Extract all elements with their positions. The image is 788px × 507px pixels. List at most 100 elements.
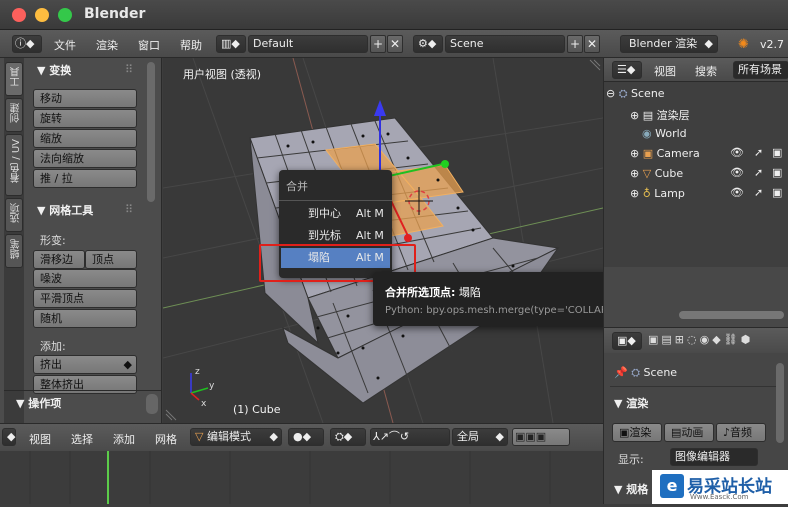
visibility-eye-icon[interactable]: 👁 [730,146,744,159]
scene-field[interactable]: Scene [445,35,565,53]
scene-icon: ⛭ [631,366,641,379]
deform-label: 形变: [40,234,66,247]
properties-scene-path: 📌 ⛭ Scene [614,366,678,379]
remove-scene-button[interactable]: ✕ [584,35,600,53]
outliner-row-cube[interactable]: ⊕ ▽ Cube [630,167,683,180]
smooth-vertex-button[interactable]: 平滑顶点 [33,289,137,308]
properties-scrollbar[interactable] [776,363,784,443]
close-window-button[interactable] [12,8,26,22]
tab-options[interactable]: 选项 [5,198,23,232]
move-button[interactable]: 移动 [33,89,137,108]
editor-type-menu[interactable]: ◆ [2,428,16,446]
svg-text:x: x [201,399,207,409]
outliner-scrollbar[interactable] [679,311,784,319]
outliner-tree: ⊖ ⛭ Scene ⊕ ▤ 渲染层 ◉ World ⊕ ▣ Camera ⊕ ▽… [604,82,788,319]
select-arrow-icon[interactable]: ➚ [754,146,763,159]
outliner-menu-search[interactable]: 搜索 [695,63,717,79]
scene-icon: ⛭ [618,87,628,100]
audio-button[interactable]: ♪音频 [716,423,766,442]
tab-tools[interactable]: 工具 [5,62,23,96]
close-icon: ✕ [389,37,401,51]
operator-scrollbar[interactable] [146,394,158,414]
outliner-menu-view[interactable]: 视图 [654,63,676,79]
render-engine-select[interactable]: Blender 渲染 ◆ [620,35,718,53]
outliner-filter-select[interactable]: 所有场景 [733,61,788,79]
menu-help[interactable]: 帮助 [180,37,202,53]
extrude-button[interactable]: 挤出 ◆ [33,355,137,374]
world-icon: ◉ [642,127,652,140]
properties-type-menu[interactable]: ▣◆ [612,332,642,350]
timeline[interactable] [0,451,603,504]
menu-mesh[interactable]: 网格 [155,431,177,447]
dimensions-panel-header[interactable]: ▼ 规格 [614,481,648,497]
shrink-fatten-button[interactable]: 法向缩放 [33,149,137,168]
transform-panel-header[interactable]: ▼ 变换 [37,62,71,78]
render-button[interactable]: ▣渲染 [612,423,662,442]
push-pull-button[interactable]: 推 / 拉 [33,169,137,188]
render-camera-icon[interactable]: ▣ [772,166,782,179]
maximize-window-button[interactable] [58,8,72,22]
render-camera-icon[interactable]: ▣ [772,186,782,199]
drag-handle-icon[interactable]: ⠿ [125,203,133,216]
layout-type-menu[interactable]: ▥◆ [216,35,246,53]
tab-create[interactable]: 创建 [5,98,23,132]
scale-button[interactable]: 缩放 [33,129,137,148]
menu-window[interactable]: 窗口 [138,37,160,53]
display-select[interactable]: 图像编辑器 [670,448,758,466]
watermark-subtext: Www.Easck.Com [690,493,749,501]
drag-handle-icon[interactable]: ⠿ [125,63,133,76]
minimize-window-button[interactable] [35,8,49,22]
outliner-row-camera[interactable]: ⊕ ▣ Camera [630,147,700,160]
add-layout-button[interactable]: + [370,35,386,53]
slide-edge-button[interactable]: 滑移边 [33,250,85,269]
tab-grease-pencil[interactable]: 蜡笔 [5,234,23,268]
select-arrow-icon[interactable]: ➚ [754,186,763,199]
pin-icon[interactable]: 📌 [614,366,628,379]
outliner-type-menu[interactable]: ☰◆ [612,61,642,79]
menu-select[interactable]: 选择 [71,431,93,447]
lamp-icon: ♁ [642,187,651,200]
mesh-tools-panel-header[interactable]: ▼ 网格工具 [37,202,93,218]
merge-at-center-item[interactable]: 到中心 Alt M [279,204,392,224]
operator-panel-header[interactable]: ▼ 操作项 [16,395,61,411]
scene-type-menu[interactable]: ⚙◆ [413,35,443,53]
camera-icon: ▣ [619,426,630,439]
noise-button[interactable]: 噪波 [33,269,137,288]
manipulator-toggles[interactable]: ⅄↗⌒↺ [370,428,450,446]
viewport-shading-select[interactable]: ●◆ [288,428,324,446]
orientation-select[interactable]: 全局 ◆ [452,428,508,446]
add-scene-button[interactable]: + [567,35,583,53]
rotate-button[interactable]: 旋转 [33,109,137,128]
cube-icon: ◆ [7,430,16,443]
menu-view[interactable]: 视图 [29,431,51,447]
outliner-row-lamp[interactable]: ⊕ ♁ Lamp [630,187,685,200]
tool-shelf-scrollbar[interactable] [147,62,155,202]
randomize-button[interactable]: 随机 [33,309,137,328]
render-panel-header[interactable]: ▼ 渲染 [614,395,648,411]
properties-context-tabs[interactable]: ▣▤⊞◌◉◆⛓⬢ [648,333,788,349]
menu-render[interactable]: 渲染 [96,37,118,53]
menu-file[interactable]: 文件 [54,37,76,53]
animation-button[interactable]: ▤动画 [664,423,714,442]
tooltip-title: 合并所选顶点: 塌陷 [385,286,481,299]
outliner-row-scene[interactable]: ⊖ ⛭ Scene [606,87,665,101]
layout-field[interactable]: Default [248,35,368,53]
visibility-eye-icon[interactable]: 👁 [730,166,744,179]
pivot-point-select[interactable]: ⛭◆ [330,428,366,446]
render-camera-icon[interactable]: ▣ [772,146,782,159]
extrude-region-button[interactable]: 整体挤出 [33,375,137,394]
outliner-row-render-layers[interactable]: ⊕ ▤ 渲染层 [630,107,690,123]
select-arrow-icon[interactable]: ➚ [754,166,763,179]
menu-add[interactable]: 添加 [113,431,135,447]
outliner-row-world[interactable]: ◉ World [642,127,687,140]
visibility-eye-icon[interactable]: 👁 [730,186,744,199]
tab-shading-uv[interactable]: 着色 / UV [5,134,23,196]
remove-layout-button[interactable]: ✕ [387,35,403,53]
add-label: 添加: [40,340,66,353]
vertex-slide-button[interactable]: 顶点 [85,250,137,269]
merge-at-cursor-item[interactable]: 到光标 Alt M [279,226,392,246]
timeline-canvas[interactable] [0,451,603,504]
editor-type-menu[interactable]: ⓘ◆ [12,35,42,53]
select-mode-buttons[interactable]: ▣▣▣ [512,428,570,446]
mode-select[interactable]: ▽ 编辑模式 ◆ [190,428,282,446]
